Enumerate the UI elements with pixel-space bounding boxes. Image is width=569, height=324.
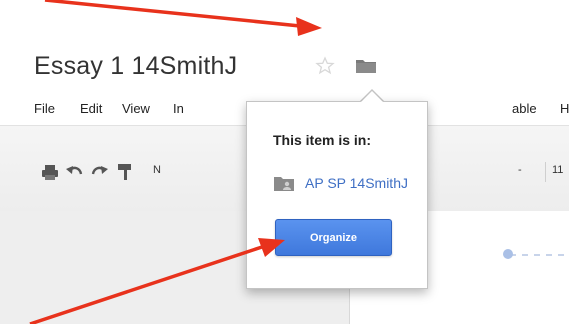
font-size-minus[interactable]: - xyxy=(518,164,522,176)
menu-help[interactable]: H xyxy=(560,101,569,116)
ruler-indent-guide xyxy=(510,254,569,256)
menu-view[interactable]: View xyxy=(122,101,150,116)
document-title[interactable]: Essay 1 14SmithJ xyxy=(34,52,237,81)
popup-arrow-fill xyxy=(360,91,384,103)
print-icon[interactable] xyxy=(40,162,60,182)
undo-icon[interactable] xyxy=(64,162,84,182)
folder-icon[interactable] xyxy=(355,57,377,75)
style-dropdown[interactable]: N xyxy=(153,164,161,176)
folder-name[interactable]: AP SP 14SmithJ xyxy=(305,175,408,191)
paint-format-icon[interactable] xyxy=(115,162,135,182)
toolbar-divider xyxy=(545,162,546,182)
popup-heading: This item is in: xyxy=(273,132,372,148)
font-size-value[interactable]: 11 xyxy=(552,164,563,176)
menu-insert[interactable]: In xyxy=(173,101,184,116)
folder-location-popup: This item is in: AP SP 14SmithJ Organize xyxy=(246,101,428,289)
redo-icon[interactable] xyxy=(90,162,110,182)
shared-folder-icon xyxy=(274,177,294,191)
organize-button[interactable]: Organize xyxy=(275,219,392,256)
menu-edit[interactable]: Edit xyxy=(80,101,102,116)
star-icon[interactable] xyxy=(315,56,335,76)
menu-file[interactable]: File xyxy=(34,101,55,116)
ruler-indent-handle[interactable] xyxy=(503,249,513,259)
menu-table[interactable]: able xyxy=(512,101,537,116)
